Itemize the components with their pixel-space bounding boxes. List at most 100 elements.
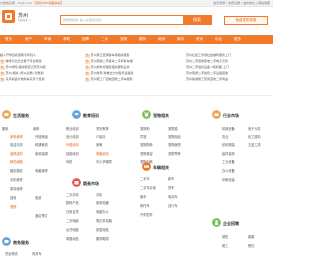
search-input[interactable] <box>63 16 181 24</box>
nav-item-services[interactable]: 服务 <box>139 35 146 44</box>
category-link[interactable]: 学历教育 <box>96 126 109 131</box>
category-link[interactable]: 家教 <box>96 142 102 147</box>
category-link[interactable]: 旅游 <box>35 195 41 200</box>
category-link[interactable]: 电脑办公 <box>96 209 109 214</box>
category-title[interactable]: 宠物相关 <box>153 113 169 119</box>
nav-item-house[interactable]: 房产 <box>25 35 32 44</box>
category-link[interactable]: 母婴用品 <box>66 236 79 241</box>
nav-item-vehicle[interactable]: 车辆 <box>44 35 51 44</box>
category-link[interactable]: 开锁换锁 <box>35 134 48 139</box>
category-link[interactable]: 驾校 <box>66 159 72 164</box>
category-title[interactable]: 企业招聘 <box>223 221 239 227</box>
category-title[interactable]: 生活服务 <box>13 113 29 119</box>
category-link[interactable]: 台式电脑 <box>66 227 79 232</box>
category-link[interactable]: 电动车 <box>168 194 178 199</box>
category-link[interactable]: 印刷包装 <box>222 177 235 182</box>
category-link[interactable]: 技能培训 <box>66 151 79 156</box>
category-link[interactable]: 五金工具 <box>248 142 261 147</box>
category-link[interactable]: 家用电器 <box>96 200 109 205</box>
category-link[interactable]: IT培训 <box>96 134 105 139</box>
category-link[interactable]: 宠物配种 <box>140 142 153 147</box>
category-link[interactable]: 疏通管道 <box>35 142 48 147</box>
category-link[interactable]: 机械设备 <box>222 126 235 131</box>
category-link[interactable]: 宠物猫 <box>168 126 178 131</box>
category-link[interactable]: 日用百货 <box>66 209 79 214</box>
category-link[interactable]: 农业 <box>222 134 228 139</box>
app-link[interactable]: 【手机APP 收藏本站】 <box>33 1 64 5</box>
category-link[interactable]: 商务车 <box>32 251 42 256</box>
nav-item-pets[interactable]: 宠物 <box>120 35 127 44</box>
category-link[interactable]: 数码产品 <box>66 200 79 205</box>
category-link[interactable]: 婚庆摄影 <box>10 168 23 173</box>
category-link[interactable]: 宠物用品 <box>168 134 181 139</box>
category-link[interactable]: 职业培训 <box>66 126 79 131</box>
news-item[interactable]: 热苏州轿工厂回收回收二手车服务 <box>85 76 182 82</box>
category-link[interactable]: 销售 <box>222 234 228 239</box>
category-link[interactable]: 维修 <box>33 126 39 131</box>
category-link[interactable]: 工业设备 <box>222 159 235 164</box>
category-link[interactable]: 化工原料 <box>248 134 261 139</box>
category-title[interactable]: 商务服务 <box>13 240 29 246</box>
category-link[interactable]: 宠物狗 <box>140 126 150 131</box>
category-title[interactable]: 跳蚤市场 <box>83 181 99 187</box>
category-link[interactable]: 餐饮 <box>248 243 254 248</box>
switch-city-link[interactable]: 切换城市 > <box>18 18 31 22</box>
nav-item-hiring[interactable]: 招聘 <box>82 35 89 44</box>
category-link[interactable]: 异宠 <box>140 134 146 139</box>
post-info-button[interactable]: 免费发布信息 <box>224 16 268 25</box>
nav-item-forum[interactable]: 论坛 <box>215 35 222 44</box>
category-link[interactable]: 装修建材 <box>10 151 23 156</box>
category-link[interactable]: 中小学辅导 <box>96 159 112 164</box>
nav-item-secondhand[interactable]: 二手 <box>101 35 108 44</box>
category-link[interactable]: 自行车 <box>168 203 178 208</box>
category-link[interactable]: 设计培训 <box>66 134 79 139</box>
category-link[interactable]: 货运物流 <box>5 251 18 256</box>
category-link[interactable]: 办公设备 <box>222 168 235 173</box>
category-link[interactable]: 外语培训 <box>66 142 79 147</box>
category-link[interactable]: 电子元件 <box>248 126 261 131</box>
category-link[interactable]: 家居用品 <box>96 227 109 232</box>
nav-item-news[interactable]: 资讯 <box>196 35 203 44</box>
category-link[interactable]: 家具维修 <box>10 186 23 191</box>
category-link[interactable]: 普工 <box>222 243 228 248</box>
category-link[interactable]: 宠物医院 <box>168 142 181 147</box>
category-link[interactable]: 手机维修 <box>10 177 23 182</box>
category-link[interactable]: 笔记本电脑 <box>96 218 112 223</box>
category-link[interactable]: 回收 <box>10 195 16 200</box>
category-link[interactable]: 建材装饰 <box>222 151 235 156</box>
category-title[interactable]: 车辆相关 <box>153 165 169 171</box>
category-link[interactable]: 电脑维修 <box>35 168 48 173</box>
category-link[interactable]: 二手手机 <box>66 192 79 197</box>
category-link[interactable]: 酒店预订 <box>35 213 48 218</box>
news-item[interactable]: 热东风商品代电动车东风十区新 <box>0 76 82 82</box>
category-title[interactable]: 行业市场 <box>223 113 239 119</box>
category-link[interactable]: 客车 <box>140 194 146 199</box>
category-link[interactable]: 鲜花绿植 <box>10 159 23 164</box>
news-item[interactable]: 苏州桃城施工劳务回收二手商品 <box>186 76 273 82</box>
category-link[interactable]: 宠物美容 <box>140 151 153 156</box>
nav-item-home[interactable]: 首页 <box>5 35 12 44</box>
category-link[interactable]: 货车 <box>168 185 174 190</box>
category-title[interactable]: 教育培训 <box>83 113 99 119</box>
category-link[interactable]: 搬家 <box>2 126 8 131</box>
category-link[interactable]: 保洁清洗 <box>10 142 23 147</box>
category-link[interactable]: 宠物寄养 <box>168 151 181 156</box>
category-link[interactable]: 摩托车 <box>140 203 150 208</box>
category-link[interactable]: 家政保姆 <box>35 151 48 156</box>
category-link[interactable]: 纺织服装 <box>222 142 235 147</box>
category-link[interactable]: 电脑培训 <box>96 151 109 156</box>
category-link[interactable]: 汽车配件 <box>140 212 153 217</box>
nav-item-jobs[interactable]: 求职 <box>63 35 70 44</box>
search-button[interactable]: 搜索 <box>183 16 211 24</box>
nav-item-more[interactable]: 更多 <box>234 35 241 44</box>
category-link[interactable]: 二手车买卖 <box>140 185 156 190</box>
category-link[interactable]: 服饰鞋帽 <box>96 236 109 241</box>
category-link[interactable]: 家电维修 <box>10 134 23 139</box>
category-link[interactable]: 新车 <box>168 176 174 181</box>
category-link[interactable]: 二手车 <box>140 176 150 181</box>
category-link[interactable]: 客服 <box>248 234 254 239</box>
nav-item-training[interactable]: 培训 <box>158 35 165 44</box>
nav-item-business[interactable]: 商务 <box>177 35 184 44</box>
category-link[interactable]: 二手电脑 <box>66 218 79 223</box>
top-bar-right-links[interactable]: 会员登录 | 免费注册 | 发布信息 | 网站地图 <box>213 0 270 7</box>
